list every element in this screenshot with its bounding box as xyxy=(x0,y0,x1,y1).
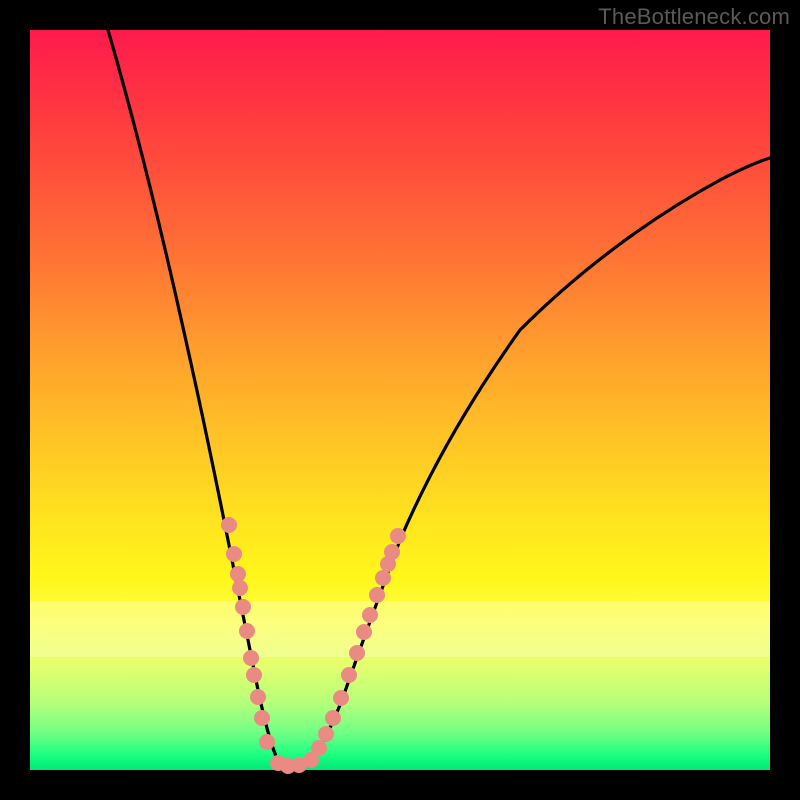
bottleneck-curve xyxy=(108,30,770,768)
watermark-text: TheBottleneck.com xyxy=(598,4,790,30)
outer-black-frame: TheBottleneck.com xyxy=(0,0,800,800)
chart-svg xyxy=(30,30,770,770)
markers-right xyxy=(303,528,406,768)
markers-left xyxy=(221,517,307,774)
